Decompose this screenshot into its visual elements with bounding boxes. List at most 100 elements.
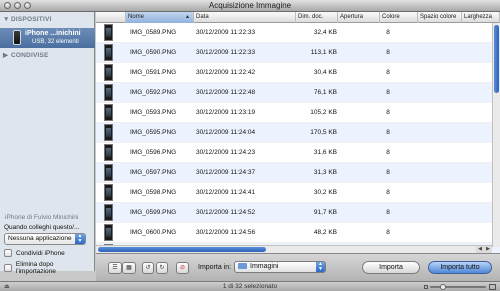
device-name: iPhone ...inichini bbox=[25, 30, 81, 37]
icon-view-button[interactable]: ▦ bbox=[122, 262, 136, 274]
column-header-name[interactable]: Nome ▲ bbox=[126, 12, 194, 23]
vertical-scroll-thumb[interactable] bbox=[494, 25, 499, 93]
scroll-right-arrow-icon[interactable]: ▶ bbox=[484, 246, 492, 253]
table-body: IMG_0589.PNG 30/12/2009 11:22:33 32,4 KB 8 I… bbox=[96, 23, 500, 253]
image-capture-window: Acquisizione Immagine ▼DISPOSITIVI iPhon… bbox=[0, 0, 500, 291]
file-name-cell: IMG_0595.PNG bbox=[130, 129, 177, 136]
iphone-icon bbox=[13, 30, 21, 45]
file-size-cell: 31,6 KB bbox=[313, 149, 337, 156]
table-row[interactable]: IMG_0592.PNG 30/12/2009 11:22:48 76,1 KB 8 bbox=[96, 83, 500, 103]
import-button[interactable]: Importa bbox=[362, 261, 420, 274]
image-thumbnail bbox=[104, 84, 113, 101]
date-cell: 30/12/2009 11:24:04 bbox=[196, 129, 256, 136]
delete-after-import-option[interactable]: Elimina dopo l'importazione bbox=[4, 261, 94, 275]
import-destination-select[interactable]: Immagini ▲ ▼ bbox=[234, 261, 326, 273]
column-header-width[interactable]: Larghezza bbox=[462, 12, 500, 23]
column-header-date[interactable]: Data bbox=[194, 12, 296, 23]
import-all-button[interactable]: Importa tutto bbox=[428, 261, 492, 274]
shared-section-header[interactable]: ▶ CONDIVISE bbox=[3, 51, 49, 59]
grid-view-icon: ▦ bbox=[126, 265, 132, 271]
date-cell: 30/12/2009 11:24:23 bbox=[196, 149, 256, 156]
import-destination-label: Importa in: bbox=[198, 264, 232, 271]
import-destination-value: Immagini bbox=[250, 263, 279, 270]
horizontal-scroll-thumb[interactable] bbox=[98, 247, 266, 252]
file-size-cell: 91,7 KB bbox=[313, 209, 337, 216]
horizontal-scrollbar[interactable] bbox=[96, 245, 492, 253]
device-owner-label: iPhone di Fulvio Minichini bbox=[5, 214, 79, 221]
date-cell: 30/12/2009 11:22:33 bbox=[196, 29, 256, 36]
file-name-cell: IMG_0597.PNG bbox=[130, 169, 177, 176]
file-size-cell: 76,1 KB bbox=[313, 89, 337, 96]
file-size-cell: 170,5 KB bbox=[310, 129, 337, 136]
devices-header-label: DISPOSITIVI bbox=[11, 16, 52, 23]
date-cell: 30/12/2009 11:23:19 bbox=[196, 109, 256, 116]
scroll-left-arrow-icon[interactable]: ◀ bbox=[476, 246, 484, 253]
devices-section-header[interactable]: ▼DISPOSITIVI bbox=[3, 16, 52, 23]
table-row[interactable]: IMG_0595.PNG 30/12/2009 11:24:04 170,5 KB 8 bbox=[96, 123, 500, 143]
table-row[interactable]: IMG_0598.PNG 30/12/2009 11:24:41 30,2 KB 8 bbox=[96, 183, 500, 203]
window-title: Acquisizione Immagine bbox=[208, 1, 292, 10]
rotate-right-button[interactable]: ↻ bbox=[156, 262, 168, 274]
thumbnail-size-slider[interactable] bbox=[430, 286, 486, 288]
date-cell: 30/12/2009 11:24:52 bbox=[196, 209, 256, 216]
table-row[interactable]: IMG_0590.PNG 30/12/2009 11:22:33 113,1 KB 8 bbox=[96, 43, 500, 63]
file-name-cell: IMG_0598.PNG bbox=[130, 189, 177, 196]
column-header-aperture[interactable]: Apertura bbox=[338, 12, 380, 23]
delete-after-import-label: Elimina dopo l'importazione bbox=[15, 261, 56, 275]
sidebar-item-iphone[interactable]: iPhone ...inichini USB, 32 elementi bbox=[0, 28, 95, 48]
popup-arrows-icon: ▲ ▼ bbox=[75, 234, 85, 244]
column-header-color-space[interactable]: Spazio colore bbox=[418, 12, 462, 23]
vertical-scrollbar[interactable] bbox=[492, 23, 500, 247]
thumbnail-size-slider-knob[interactable] bbox=[440, 284, 446, 290]
date-cell: 30/12/2009 11:24:56 bbox=[196, 229, 256, 236]
table-row[interactable]: IMG_0589.PNG 30/12/2009 11:22:33 32,4 KB 8 bbox=[96, 23, 500, 43]
colors-cell: 8 bbox=[386, 69, 390, 76]
file-name-cell: IMG_0596.PNG bbox=[130, 149, 177, 156]
image-thumbnail bbox=[104, 224, 113, 241]
file-size-cell: 105,2 KB bbox=[310, 109, 337, 116]
small-thumbnail-icon bbox=[424, 285, 428, 289]
column-header-thumbnail[interactable] bbox=[96, 12, 126, 23]
image-thumbnail bbox=[104, 164, 113, 181]
delete-button[interactable]: ⊘ bbox=[176, 262, 189, 274]
column-header-colors[interactable]: Colore bbox=[380, 12, 418, 23]
title-bar: Acquisizione Immagine bbox=[0, 0, 500, 12]
colors-cell: 8 bbox=[386, 89, 390, 96]
table-row[interactable]: IMG_0591.PNG 30/12/2009 11:22:42 30,4 KB 8 bbox=[96, 63, 500, 83]
list-view-icon: ☰ bbox=[112, 265, 118, 271]
file-size-cell: 48,2 KB bbox=[313, 229, 337, 236]
large-thumbnail-icon bbox=[489, 284, 496, 290]
share-iphone-label: Condividi iPhone bbox=[16, 249, 65, 257]
list-view-button[interactable]: ☰ bbox=[108, 262, 122, 274]
colors-cell: 8 bbox=[386, 29, 390, 36]
rotate-left-button[interactable]: ↺ bbox=[142, 262, 154, 274]
delete-after-import-checkbox[interactable] bbox=[4, 264, 12, 272]
image-thumbnail bbox=[104, 124, 113, 141]
date-cell: 30/12/2009 11:22:42 bbox=[196, 69, 256, 76]
table-row[interactable]: IMG_0599.PNG 30/12/2009 11:24:52 91,7 KB 8 bbox=[96, 203, 500, 223]
table-row[interactable]: IMG_0600.PNG 30/12/2009 11:24:56 48,2 KB 8 bbox=[96, 223, 500, 243]
file-name-cell: IMG_0600.PNG bbox=[130, 229, 177, 236]
share-iphone-checkbox[interactable] bbox=[4, 249, 12, 257]
table-row[interactable]: IMG_0596.PNG 30/12/2009 11:24:23 31,6 KB 8 bbox=[96, 143, 500, 163]
colors-cell: 8 bbox=[386, 109, 390, 116]
device-info: USB, 32 elementi bbox=[32, 39, 79, 45]
image-thumbnail bbox=[104, 104, 113, 121]
file-name-cell: IMG_0593.PNG bbox=[130, 109, 177, 116]
colors-cell: 8 bbox=[386, 169, 390, 176]
colors-cell: 8 bbox=[386, 209, 390, 216]
table-row[interactable]: IMG_0597.PNG 30/12/2009 11:24:37 31,3 KB 8 bbox=[96, 163, 500, 183]
sort-ascending-icon: ▲ bbox=[185, 14, 190, 20]
file-size-cell: 30,2 KB bbox=[313, 189, 337, 196]
sidebar: ▼DISPOSITIVI iPhone ...inichini USB, 32 … bbox=[0, 12, 95, 275]
connect-app-select[interactable]: Nessuna applicazione ▲ ▼ bbox=[4, 233, 86, 245]
folder-icon bbox=[238, 263, 247, 269]
table-row[interactable]: IMG_0593.PNG 30/12/2009 11:23:19 105,2 KB 8 bbox=[96, 103, 500, 123]
image-thumbnail bbox=[104, 64, 113, 81]
image-thumbnail bbox=[104, 24, 113, 41]
image-thumbnail bbox=[104, 144, 113, 161]
share-iphone-option[interactable]: Condividi iPhone bbox=[4, 249, 65, 257]
column-header-size[interactable]: Dim. doc. bbox=[296, 12, 338, 23]
table-header: Nome ▲ Data Dim. doc. Apertura Colore Sp… bbox=[96, 12, 500, 23]
rotate-left-icon: ↺ bbox=[145, 265, 151, 271]
